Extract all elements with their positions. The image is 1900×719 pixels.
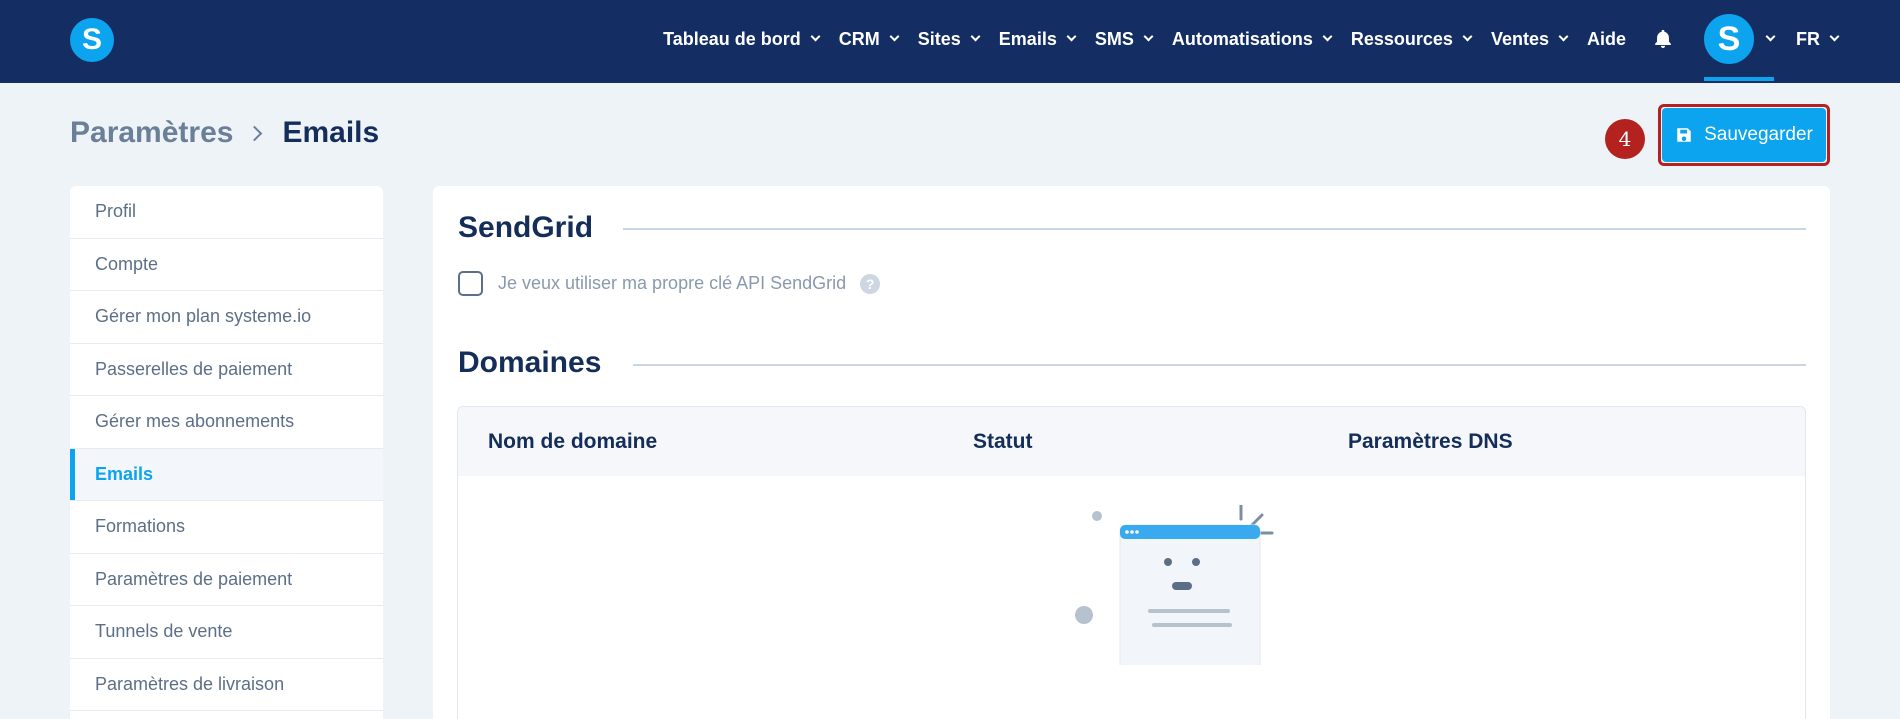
settings-sidebar: Profil Compte Gérer mon plan systeme.io … [70, 186, 383, 719]
main-nav: Tableau de bord CRM Sites Emails SMS Aut… [643, 0, 1900, 81]
nav-item-help[interactable]: Aide [1587, 29, 1626, 50]
nav-item-label: CRM [838, 28, 880, 49]
language-selector[interactable]: FR [1796, 28, 1840, 50]
chevron-down-icon [810, 31, 821, 42]
section-divider [623, 228, 1806, 230]
user-menu[interactable]: S [1704, 0, 1776, 81]
nav-item-automations[interactable]: Automatisations [1171, 28, 1333, 50]
chevron-down-icon [889, 31, 900, 42]
empty-state-illustration [1075, 505, 1274, 665]
bell-icon[interactable] [1652, 28, 1674, 50]
column-header-status: Statut [973, 429, 1033, 453]
sidebar-item-subscriptions[interactable]: Gérer mes abonnements [70, 396, 383, 449]
chevron-down-icon [1066, 31, 1077, 42]
chevron-down-icon [1322, 31, 1333, 42]
nav-item-emails[interactable]: Emails [998, 28, 1077, 50]
chevron-down-icon [970, 31, 981, 42]
domains-section-title: Domaines [458, 346, 602, 379]
nav-item-label: Sites [917, 28, 961, 49]
top-navbar: S Tableau de bord CRM Sites Emails SMS A… [0, 0, 1900, 83]
table-header: Nom de domaine Statut Paramètres DNS [458, 407, 1805, 476]
chevron-down-icon [1462, 31, 1473, 42]
sidebar-item-sales-funnels[interactable]: Tunnels de vente [70, 606, 383, 659]
nav-item-sms[interactable]: SMS [1094, 28, 1154, 50]
nav-item-label: Automatisations [1171, 28, 1313, 49]
column-header-domain: Nom de domaine [488, 429, 658, 453]
section-divider [633, 364, 1806, 366]
chevron-down-icon [1765, 31, 1776, 42]
nav-item-label: Emails [998, 28, 1057, 49]
nav-item-label: Ressources [1350, 28, 1453, 49]
systeme-logo[interactable]: S [70, 18, 114, 62]
nav-item-label: SMS [1094, 28, 1134, 49]
emails-settings-panel: SendGrid Je veux utiliser ma propre clé … [433, 186, 1830, 719]
step-badge: 4 [1605, 119, 1645, 159]
sidebar-item-compte[interactable]: Compte [70, 239, 383, 291]
chevron-down-icon [1143, 31, 1154, 42]
nav-item-resources[interactable]: Ressources [1350, 28, 1473, 50]
nav-item-sites[interactable]: Sites [917, 28, 981, 50]
nav-item-dashboard[interactable]: Tableau de bord [663, 28, 821, 50]
sendgrid-section-title: SendGrid [458, 211, 594, 244]
nav-item-sales[interactable]: Ventes [1490, 28, 1569, 50]
floppy-disk-icon [1677, 128, 1691, 142]
sidebar-item-delivery-settings[interactable]: Paramètres de livraison [70, 659, 383, 711]
save-button[interactable]: Sauvegarder [1662, 108, 1826, 162]
breadcrumb: Paramètres Emails [70, 116, 379, 150]
chevron-down-icon [1829, 31, 1840, 42]
nav-item-crm[interactable]: CRM [838, 28, 900, 50]
chevron-right-icon [247, 125, 263, 141]
active-indicator [1704, 76, 1774, 81]
save-button-label: Sauvegarder [1704, 124, 1813, 145]
sendgrid-api-option: Je veux utiliser ma propre clé API SendG… [458, 271, 881, 296]
breadcrumb-parent[interactable]: Paramètres [70, 116, 233, 150]
sidebar-item-profil[interactable]: Profil [70, 186, 383, 239]
sidebar-item-payment-settings[interactable]: Paramètres de paiement [70, 554, 383, 606]
column-header-dns: Paramètres DNS [1348, 429, 1513, 453]
sidebar-item-payment-gateways[interactable]: Passerelles de paiement [70, 344, 383, 396]
help-icon[interactable]: ? [860, 273, 881, 294]
sendgrid-api-checkbox[interactable] [458, 271, 483, 296]
page-title: Emails [282, 116, 380, 149]
nav-item-label: Aide [1586, 28, 1626, 49]
chevron-down-icon [1558, 31, 1569, 42]
domains-table: Nom de domaine Statut Paramètres DNS [457, 406, 1806, 719]
nav-item-label: Tableau de bord [663, 28, 801, 49]
nav-item-label: Ventes [1490, 28, 1549, 49]
sendgrid-api-checkbox-label[interactable]: Je veux utiliser ma propre clé API SendG… [498, 273, 846, 294]
sidebar-item-formations[interactable]: Formations [70, 501, 383, 554]
language-label: FR [1796, 28, 1820, 49]
sidebar-item-emails[interactable]: Emails [70, 448, 383, 501]
sidebar-item-plan[interactable]: Gérer mon plan systeme.io [70, 291, 383, 344]
avatar[interactable]: S [1704, 14, 1754, 64]
